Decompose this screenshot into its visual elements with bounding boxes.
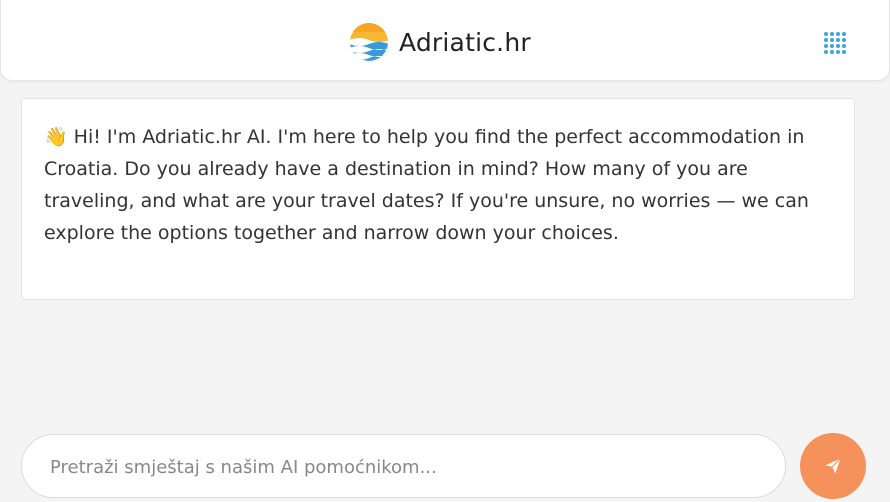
search-box xyxy=(21,434,786,499)
grid-dots-icon[interactable] xyxy=(824,32,846,54)
waving-hand-emoji: 👋 xyxy=(44,126,68,148)
paper-plane-icon xyxy=(825,458,841,474)
send-button[interactable] xyxy=(800,433,866,499)
assistant-message-text: Hi! I'm Adriatic.hr AI. I'm here to help… xyxy=(44,126,809,244)
assistant-message: 👋 Hi! I'm Adriatic.hr AI. I'm here to hel… xyxy=(21,98,855,300)
brand-name: Adriatic.hr xyxy=(399,27,531,57)
search-input[interactable] xyxy=(48,435,762,499)
top-bar: Adriatic.hr xyxy=(0,0,890,81)
brand[interactable]: Adriatic.hr xyxy=(349,20,531,64)
sun-over-sea-logo xyxy=(350,23,388,61)
